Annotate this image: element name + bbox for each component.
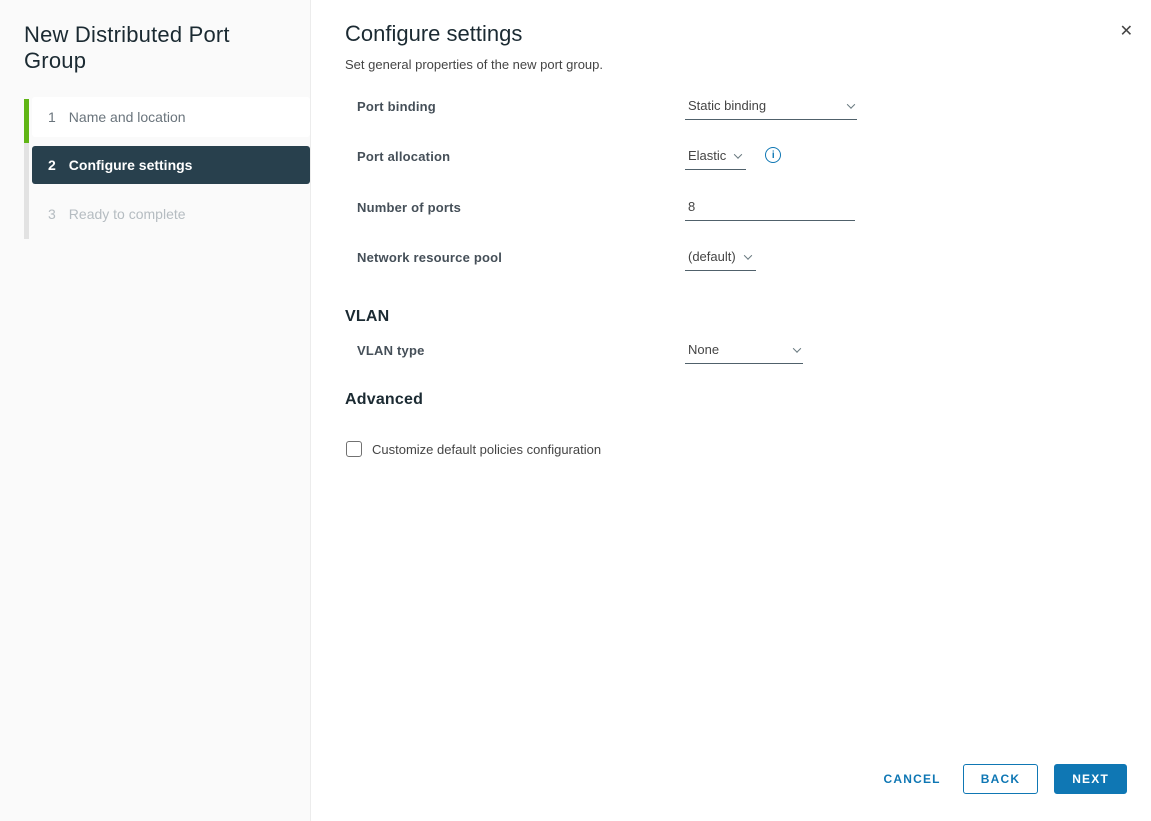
wizard-sidebar: New Distributed Port Group 1 Name and lo… [0,0,311,821]
step-configure-settings[interactable]: 2 Configure settings [32,146,310,184]
step-number: 1 [48,109,56,125]
step-label: Name and location [69,109,186,125]
port-binding-select[interactable]: Static binding [685,98,857,120]
wizard-steps: 1 Name and location 2 Configure settings… [0,97,310,233]
form-row-vlan-type: VLAN type None [357,342,1131,364]
progress-track-completed [24,99,29,143]
port-allocation-select[interactable]: Elastic [685,148,746,170]
number-of-ports-label: Number of ports [357,199,685,215]
network-resource-pool-label: Network resource pool [357,249,685,265]
form-row-port-binding: Port binding Static binding [357,98,1131,120]
step-number: 3 [48,206,56,222]
info-icon[interactable]: i [765,147,781,163]
port-binding-label: Port binding [357,98,685,114]
wizard-footer: CANCEL BACK NEXT [878,764,1127,794]
vlan-section-title: VLAN [345,308,389,326]
chevron-down-icon [793,344,801,352]
customize-policies-row: Customize default policies configuration [346,441,601,457]
wizard-content-panel: ✕ Configure settings Set general propert… [311,0,1151,821]
back-button[interactable]: BACK [963,764,1038,794]
progress-track-remaining [24,143,29,239]
vlan-type-label: VLAN type [357,342,685,358]
form-row-port-allocation: Port allocation Elastic i [357,148,1131,170]
step-ready-to-complete[interactable]: 3 Ready to complete [32,195,310,233]
page-subtitle: Set general properties of the new port g… [345,57,603,72]
network-resource-pool-select[interactable]: (default) [685,249,756,271]
chevron-down-icon [743,251,751,259]
number-of-ports-input[interactable] [685,199,855,221]
network-resource-pool-value: (default) [688,249,736,264]
step-label: Ready to complete [69,206,186,222]
step-name-and-location[interactable]: 1 Name and location [32,97,310,137]
chevron-down-icon [847,100,855,108]
form-row-network-resource-pool: Network resource pool (default) [357,249,1131,271]
page-title: Configure settings [345,21,522,47]
port-binding-value: Static binding [688,98,766,113]
step-label: Configure settings [69,157,193,173]
wizard-title: New Distributed Port Group [0,0,310,74]
form-row-number-of-ports: Number of ports [357,199,1131,221]
customize-policies-checkbox[interactable] [346,441,362,457]
close-icon[interactable]: ✕ [1120,24,1133,40]
port-allocation-value: Elastic [688,148,726,163]
step-number: 2 [48,157,56,173]
chevron-down-icon [734,150,742,158]
vlan-type-select[interactable]: None [685,342,803,364]
advanced-section-title: Advanced [345,391,423,409]
port-allocation-label: Port allocation [357,148,685,164]
cancel-button[interactable]: CANCEL [878,764,947,794]
next-button[interactable]: NEXT [1054,764,1127,794]
customize-policies-label[interactable]: Customize default policies configuration [372,442,601,457]
vlan-type-value: None [688,342,719,357]
